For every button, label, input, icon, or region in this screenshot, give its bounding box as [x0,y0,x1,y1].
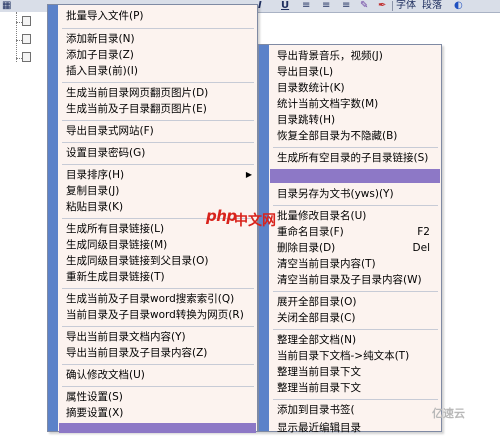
menu-separator [62,288,254,289]
menu-separator [62,386,254,387]
submenu-item-gen-empty-links[interactable]: 生成所有空目录的子目录链接(S) [270,149,440,167]
color-icon[interactable]: ◐ [454,0,463,11]
submenu-item-recent-directories[interactable]: 显示最近编辑目录 [270,419,440,437]
submenu-item-add-bookmark[interactable]: 添加到目录书签( [270,401,440,419]
menu-separator [62,82,254,83]
menu-item-set-password[interactable]: 设置目录密码(G) [59,144,256,162]
menu-separator [273,205,438,206]
submenu-item-collapse-all[interactable]: 关闭全部目录(C) [270,309,440,327]
document-icon [22,34,31,44]
pen-icon[interactable]: ✒ [378,0,386,11]
submenu-item-organize-current-2[interactable]: 整理当前目录下文 [270,379,440,397]
submenu-item-unhide-all[interactable]: 恢复全部目录为不隐藏(B) [270,127,440,145]
paragraph-icon[interactable]: 段落 [422,0,442,11]
menu-separator [62,142,254,143]
menu-separator [273,329,438,330]
menu-item-insert-directory[interactable]: 插入目录(前)(I) [59,62,256,80]
submenu-item-highlighted[interactable] [270,169,440,183]
italic-icon[interactable]: I [258,0,262,11]
submenu-item-clear-sub-content[interactable]: 清空当前目录及子目录内容(W) [270,271,440,289]
menu-side-stripe [259,45,269,431]
menu-item-summary[interactable]: 摘要设置(X) [59,404,256,422]
tree-node[interactable] [22,16,36,28]
menu-separator [273,147,438,148]
font-icon[interactable]: 字体 [396,0,416,11]
document-icon [22,16,31,26]
menu-separator [62,164,254,165]
menu-item-regen-links[interactable]: 重新生成目录链接(T) [59,268,256,286]
tree-node[interactable] [22,34,36,46]
align-right-icon[interactable]: ≡ [342,0,350,11]
watermark-text: 中文网 [234,213,276,229]
menu-separator [62,28,254,29]
align-left-icon[interactable]: ≡ [302,0,310,11]
php-logo: php [206,207,237,225]
tree-icon[interactable]: ▦ [2,0,11,11]
submenu-item-save-as-yws[interactable]: 目录另存为文书(yws)(Y) [270,185,440,203]
menu-item-confirm-edit[interactable]: 确认修改文档(U) [59,366,256,384]
menu-item-export-subdoc[interactable]: 导出当前目录及子目录内容(Z) [59,344,256,362]
tree-connector [16,12,17,62]
menu-separator [62,364,254,365]
menu-item-gen-sub-page-images[interactable]: 生成当前及子目录翻页图片(E) [59,100,256,118]
submenu: 导出背景音乐，视频(J) 导出目录(L) 目录数统计(K) 统计当前文档字数(M… [258,44,442,434]
underline-icon[interactable]: U [281,0,289,11]
toolbar-separator [392,1,393,11]
corner-watermark: 亿速云 [432,407,465,420]
align-center-icon[interactable]: ≡ [322,0,330,11]
menu-item-word-to-web[interactable]: 当前目录及子目录word转换为网页(R) [59,306,256,324]
document-icon [22,52,31,62]
menu-separator [62,326,254,327]
php-watermark: php 中文网 [206,207,296,233]
menu-separator [273,291,438,292]
menu-separator [273,399,438,400]
menu-item-batch-import[interactable]: 批量导入文件(P) [59,7,256,25]
menu-item-export-website[interactable]: 导出目录式网站(F) [59,122,256,140]
menu-side-stripe [48,5,58,431]
tree-node[interactable] [22,52,36,64]
menu-separator [62,120,254,121]
eraser-icon[interactable]: ✎ [360,0,368,11]
